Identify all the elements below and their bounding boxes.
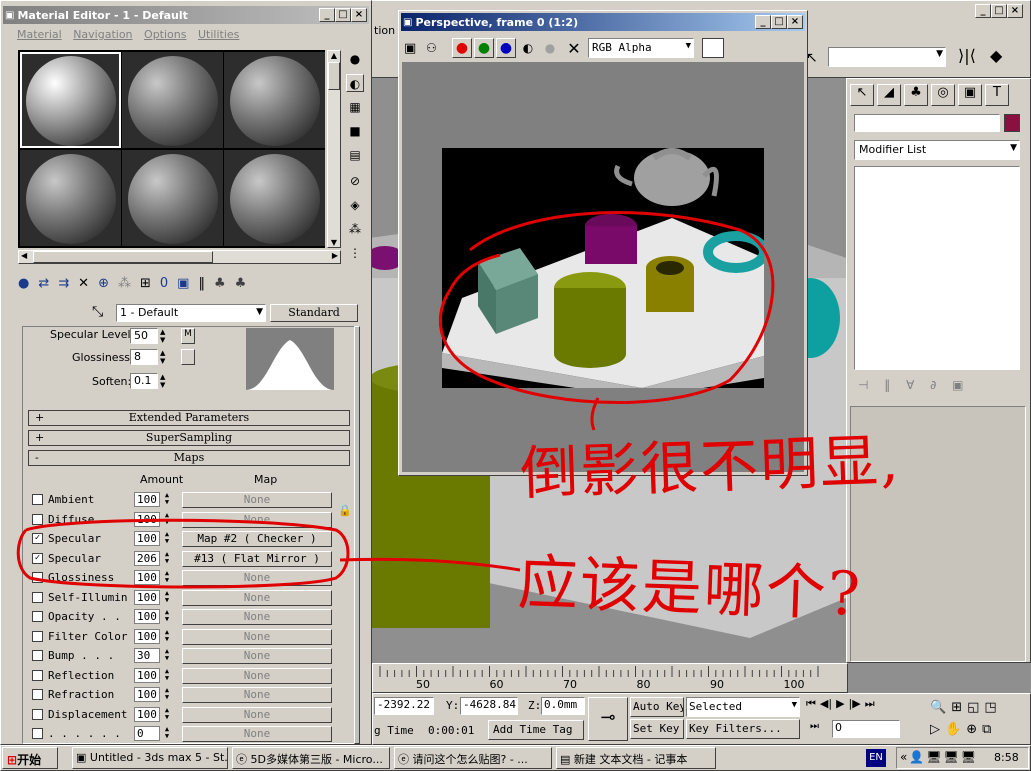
start-button[interactable]: ⊞开始	[2, 747, 58, 769]
language-indicator[interactable]: EN	[866, 749, 886, 767]
task-max-label: Untitled - 3ds max 5 - St...	[89, 751, 228, 764]
task-ie-2[interactable]: ⓔ 请问这个怎么贴图? - ...	[394, 747, 552, 769]
windows-logo-icon: ⊞	[7, 753, 18, 767]
task-ie-1-label: 5D多媒体第三版 - Micro...	[250, 753, 383, 766]
start-label: 开始	[17, 753, 42, 767]
task-ie-2-label: 请问这个怎么贴图? - ...	[412, 753, 528, 766]
annotation-line-2: 应该是哪个?	[516, 548, 864, 630]
tray-icons[interactable]: «👤🖥🖥🖥	[900, 750, 978, 764]
task-notepad-label: 新建 文本文档 - 记事本	[573, 753, 688, 766]
ie-icon: ⓔ	[398, 753, 413, 766]
task-max[interactable]: ▣ Untitled - 3ds max 5 - St...	[72, 747, 228, 769]
max-icon: ▣	[76, 751, 90, 764]
task-notepad[interactable]: ▤ 新建 文本文档 - 记事本	[556, 747, 716, 769]
notepad-icon: ▤	[560, 753, 574, 766]
task-ie-1[interactable]: ⓔ 5D多媒体第三版 - Micro...	[232, 747, 390, 769]
annotation-strokes	[16, 211, 775, 589]
annotation-line-1: 倒影很不明显,	[519, 426, 902, 508]
clock: 8:58	[994, 751, 1019, 764]
ie-icon: ⓔ	[236, 753, 251, 766]
